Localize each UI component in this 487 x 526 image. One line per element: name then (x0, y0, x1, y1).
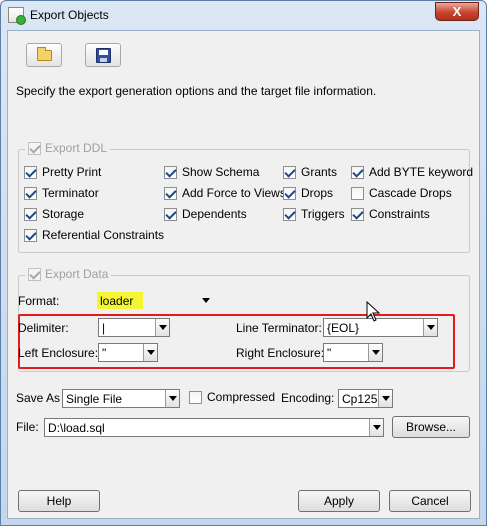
delimiter-select[interactable]: | (98, 318, 170, 337)
ddl-checkbox[interactable] (283, 207, 296, 221)
ddl-option-label: Cascade Drops (369, 186, 452, 200)
ddl-option-drops[interactable]: Drops (283, 186, 333, 200)
format-label: Format: (18, 294, 60, 308)
ddl-option-label: Terminator (42, 186, 99, 200)
ddl-option-grants[interactable]: Grants (283, 165, 337, 179)
ddl-option-label: Dependents (182, 207, 247, 221)
chevron-down-icon (378, 390, 392, 407)
ddl-checkbox[interactable] (164, 165, 177, 179)
file-label: File: (16, 420, 39, 434)
ddl-checkbox[interactable] (351, 207, 364, 221)
export-data-legend[interactable]: Export Data (25, 267, 112, 281)
ddl-option-label: Grants (301, 165, 338, 179)
dialog-body: Specify the export generation options an… (7, 30, 480, 519)
export-ddl-legend[interactable]: Export DDL (25, 141, 111, 155)
chevron-down-icon (423, 319, 437, 336)
ddl-option-storage[interactable]: Storage (24, 207, 84, 221)
export-ddl-checkbox[interactable] (28, 141, 41, 155)
chevron-down-icon (165, 390, 179, 407)
save-as-select[interactable]: Single File (62, 389, 180, 408)
cancel-button[interactable]: Cancel (389, 490, 471, 512)
close-button[interactable]: X (435, 2, 479, 21)
ddl-option-triggers[interactable]: Triggers (283, 207, 345, 221)
line-terminator-value: {EOL} (327, 321, 360, 335)
encoding-select[interactable]: Cp1252 (338, 389, 393, 408)
save-as-value: Single File (66, 392, 123, 406)
ddl-checkbox[interactable] (24, 165, 37, 179)
line-terminator-label: Line Terminator: (236, 321, 322, 335)
ddl-option-label: Drops (301, 186, 334, 200)
ddl-checkbox[interactable] (164, 186, 177, 200)
ddl-option-referential-constraints[interactable]: Referential Constraints (24, 228, 164, 242)
right-enclosure-select[interactable]: " (323, 343, 383, 362)
window-title: Export Objects (30, 8, 109, 22)
ddl-checkbox[interactable] (164, 207, 177, 221)
right-enclosure-value: " (327, 346, 332, 360)
app-icon (8, 7, 26, 25)
file-path-input[interactable]: D:\load.sql (44, 418, 384, 437)
encoding-label: Encoding: (281, 391, 335, 405)
ddl-checkbox[interactable] (24, 228, 37, 242)
ddl-option-label: Storage (42, 207, 85, 221)
ddl-checkbox[interactable] (351, 186, 364, 200)
left-enclosure-value: " (102, 346, 107, 360)
save-as-label: Save As (16, 391, 61, 405)
ddl-checkbox[interactable] (351, 165, 364, 179)
chevron-down-icon (143, 344, 157, 361)
apply-button[interactable]: Apply (298, 490, 380, 512)
export-ddl-group: Export DDL Pretty Print Show Schema Grants… (18, 141, 473, 253)
ddl-option-label: Referential Constraints (42, 228, 165, 242)
compressed-option[interactable]: Compressed (189, 390, 275, 404)
save-button[interactable] (85, 43, 121, 67)
ddl-checkbox[interactable] (283, 186, 296, 200)
mouse-cursor-icon (366, 301, 381, 322)
chevron-down-icon (368, 344, 382, 361)
ddl-option-label: Constraints (369, 207, 430, 221)
ddl-option-add-byte-keyword[interactable]: Add BYTE keyword (351, 165, 473, 179)
ddl-option-label: Triggers (301, 207, 345, 221)
folder-open-icon (37, 47, 52, 61)
description-text: Specify the export generation options an… (16, 84, 377, 98)
floppy-save-icon (96, 48, 111, 63)
ddl-option-pretty-print[interactable]: Pretty Print (24, 165, 101, 179)
file-path-value: D:\load.sql (48, 421, 105, 435)
ddl-option-label: Add BYTE keyword (369, 165, 474, 179)
export-objects-window: Export Objects X Specify the export gene… (0, 0, 487, 526)
export-data-label: Export Data (45, 267, 109, 281)
title-bar: Export Objects X (1, 1, 486, 29)
browse-button[interactable]: Browse... (392, 416, 470, 438)
compressed-checkbox[interactable] (189, 390, 202, 404)
ddl-option-dependents[interactable]: Dependents (164, 207, 247, 221)
open-button[interactable] (26, 43, 62, 67)
right-enclosure-label: Right Enclosure: (236, 346, 325, 360)
ddl-option-label: Show Schema (182, 165, 260, 179)
ddl-checkbox[interactable] (283, 165, 296, 179)
help-button[interactable]: Help (18, 490, 100, 512)
ddl-option-terminator[interactable]: Terminator (24, 186, 99, 200)
ddl-checkbox[interactable] (24, 186, 37, 200)
ddl-option-label: Add Force to Views (182, 186, 286, 200)
format-value: loader (100, 294, 134, 308)
left-enclosure-label: Left Enclosure: (18, 346, 99, 360)
ddl-checkbox[interactable] (24, 207, 37, 221)
ddl-option-cascade-drops[interactable]: Cascade Drops (351, 186, 452, 200)
chevron-down-icon (155, 319, 169, 336)
format-select[interactable]: loader (96, 291, 214, 310)
left-enclosure-select[interactable]: " (98, 343, 158, 362)
compressed-label: Compressed (207, 390, 276, 404)
chevron-down-icon (369, 419, 383, 436)
ddl-option-constraints[interactable]: Constraints (351, 207, 430, 221)
ddl-option-label: Pretty Print (42, 165, 102, 179)
export-ddl-label: Export DDL (45, 141, 108, 155)
ddl-option-show-schema[interactable]: Show Schema (164, 165, 259, 179)
delimiter-value: | (102, 321, 106, 335)
export-data-checkbox[interactable] (28, 267, 41, 281)
delimiter-label: Delimiter: (18, 321, 69, 335)
ddl-option-add-force-to-views[interactable]: Add Force to Views (164, 186, 286, 200)
chevron-down-icon (199, 292, 213, 309)
